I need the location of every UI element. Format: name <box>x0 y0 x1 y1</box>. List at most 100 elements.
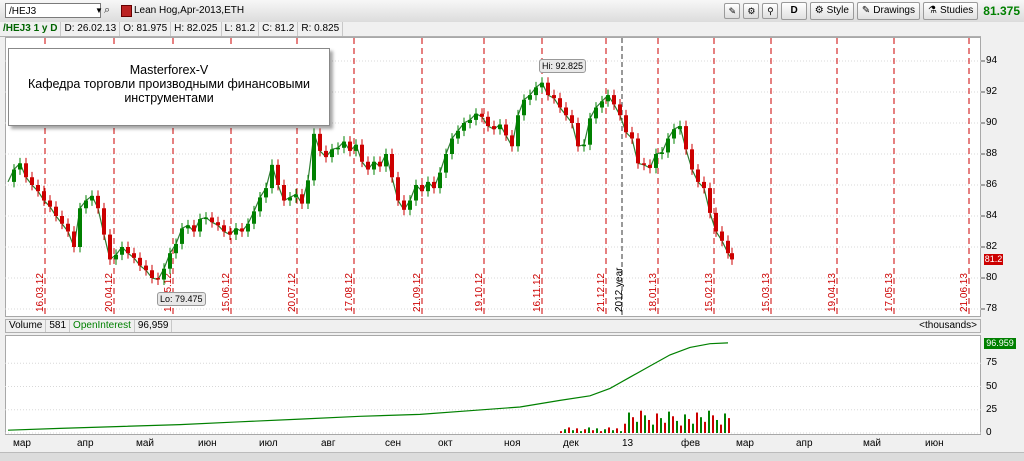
candle-body <box>384 154 388 167</box>
volume-bar <box>620 431 622 433</box>
date-marker-label: 19.10.12 <box>474 273 485 312</box>
candle-body <box>642 163 646 165</box>
annotation-box[interactable]: Masterforex-V Кафедра торговли производн… <box>8 48 330 126</box>
volume-bar <box>648 419 650 433</box>
candle-body <box>516 115 520 147</box>
candle-body <box>192 225 196 232</box>
candle-body <box>246 223 250 232</box>
candle-body <box>210 217 214 223</box>
candle-body <box>132 253 136 258</box>
volume-bar <box>684 414 686 433</box>
candle-body <box>12 169 16 182</box>
candle-body <box>234 228 238 235</box>
candle-body <box>318 133 322 151</box>
candle-body <box>354 144 358 151</box>
candle-body <box>420 185 424 192</box>
candle-body <box>120 247 124 255</box>
candle-body <box>360 144 364 162</box>
candle-body <box>96 195 100 209</box>
candle-body <box>474 113 478 120</box>
candle-body <box>426 181 430 192</box>
candle-body <box>306 180 310 204</box>
candle-body <box>510 135 514 147</box>
candle-body <box>366 161 370 170</box>
candle-body <box>294 194 298 198</box>
candle-body <box>342 141 346 148</box>
candle-body <box>504 124 508 136</box>
candle-body <box>54 206 58 216</box>
volume-bar <box>632 417 634 433</box>
candle-body <box>468 119 472 123</box>
candle-body <box>156 278 160 280</box>
volume-bar <box>636 421 638 433</box>
candle-body <box>522 99 526 116</box>
candle-body <box>378 161 382 167</box>
volume-bar <box>616 428 618 433</box>
volume-bar <box>660 418 662 433</box>
candle-body <box>174 243 178 254</box>
candle-body <box>540 82 544 88</box>
candle-body <box>228 231 232 235</box>
date-marker-label: 15.03.13 <box>761 273 772 312</box>
volume-bar <box>612 430 614 433</box>
candle-body <box>222 225 226 232</box>
volume-bar <box>672 416 674 433</box>
candle-body <box>66 223 70 232</box>
candle-body <box>72 231 76 247</box>
candle-body <box>48 200 52 207</box>
volume-bar <box>604 429 606 433</box>
date-marker-label: 20.04.12 <box>104 273 115 312</box>
candle-body <box>180 228 184 244</box>
candle-body <box>30 177 34 185</box>
volume-bar <box>588 427 590 433</box>
candle-body <box>372 161 376 170</box>
candle-body <box>330 149 334 158</box>
candle-body <box>396 177 400 201</box>
volume-bar <box>668 411 670 433</box>
candle-body <box>726 240 730 254</box>
candle-body <box>348 141 352 151</box>
candle-body <box>648 164 652 168</box>
candle-body <box>432 181 436 189</box>
candle-body <box>666 138 670 153</box>
candle-body <box>252 211 256 224</box>
volume-bar <box>640 410 642 433</box>
candle-body <box>684 126 688 150</box>
candle-body <box>582 144 586 147</box>
candle-body <box>618 104 622 116</box>
volume-bar <box>644 415 646 433</box>
candle-body <box>444 154 448 173</box>
candle-body <box>150 270 154 278</box>
candle-body <box>204 217 208 220</box>
candle-body <box>696 169 700 182</box>
candle-body <box>624 115 628 133</box>
candle-body <box>108 234 112 260</box>
candle-body <box>588 118 592 145</box>
annotation-line3: инструментами <box>124 91 214 105</box>
volume-bar <box>676 420 678 433</box>
volume-bar <box>624 423 626 433</box>
candle-body <box>576 123 580 147</box>
year-label: 2012 year <box>614 267 625 312</box>
candle-body <box>84 200 88 209</box>
volume-bar <box>692 423 694 433</box>
candle-body <box>570 115 574 123</box>
date-marker-label: 15.06.12 <box>221 273 232 312</box>
low-label: Lo: 79.475 <box>157 292 206 306</box>
candle-body <box>414 185 418 201</box>
candle-body <box>462 123 466 131</box>
candle-body <box>408 200 412 210</box>
volume-bar <box>728 418 730 433</box>
volume-bar <box>652 424 654 433</box>
candle-body <box>528 95 532 100</box>
date-marker-label: 20.07.12 <box>287 273 298 312</box>
candle-body <box>558 98 562 108</box>
volume-bar <box>584 429 586 433</box>
date-marker-label: 17.08.12 <box>344 273 355 312</box>
candle-body <box>186 225 190 229</box>
volume-bar <box>708 410 710 433</box>
candle-body <box>612 95 616 105</box>
volume-bar <box>688 419 690 433</box>
candle-body <box>708 188 712 213</box>
volume-bar <box>712 415 714 433</box>
